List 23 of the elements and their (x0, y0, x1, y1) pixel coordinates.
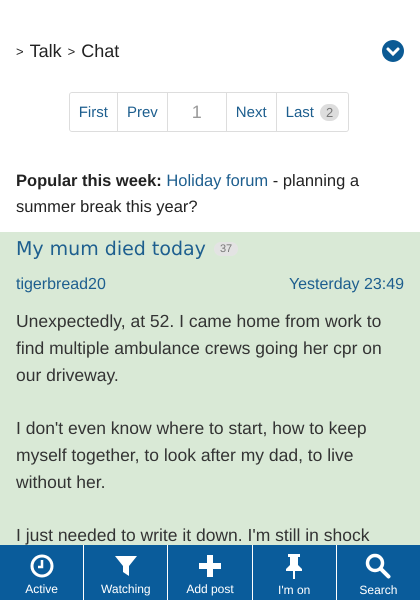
next-page-link[interactable]: Next (226, 92, 277, 132)
chevron-down-icon[interactable] (382, 40, 404, 62)
post-paragraph: I don't even know where to start, how to keep myself together, to look after my dad, to live without her. (16, 417, 368, 494)
first-page-link[interactable]: First (68, 92, 118, 132)
clock-icon (30, 554, 54, 578)
filter-icon (114, 554, 138, 578)
last-page-link[interactable]: Last 2 (276, 92, 350, 132)
author-link[interactable]: tigerbread20 (16, 276, 106, 294)
plus-icon (198, 554, 222, 578)
post-paragraph: Unexpectedly, at 52. I came home from work to find multiple ambulance crews going her cpr on our driveway. (16, 310, 383, 387)
prev-page-link[interactable]: Prev (118, 92, 168, 132)
breadcrumb-separator: > (68, 44, 76, 58)
page-count-badge: 2 (320, 104, 340, 120)
breadcrumb-link[interactable]: Chat (81, 40, 120, 62)
breadcrumb-separator: > (16, 44, 24, 58)
post-time: Yesterday 23:49 (288, 276, 404, 294)
thread-title[interactable]: My mum died today (16, 238, 206, 260)
breadcrumb-link[interactable]: Talk (30, 40, 62, 62)
reply-count-badge: 37 (214, 242, 238, 256)
search-icon (365, 552, 392, 578)
popular-text: Popular this week: Holiday forum - planning a summer break this year? (16, 171, 360, 218)
post-paragraph: I just needed to write it down. I'm still in shock (16, 524, 370, 547)
forum-link[interactable]: Holiday forum (166, 172, 268, 190)
